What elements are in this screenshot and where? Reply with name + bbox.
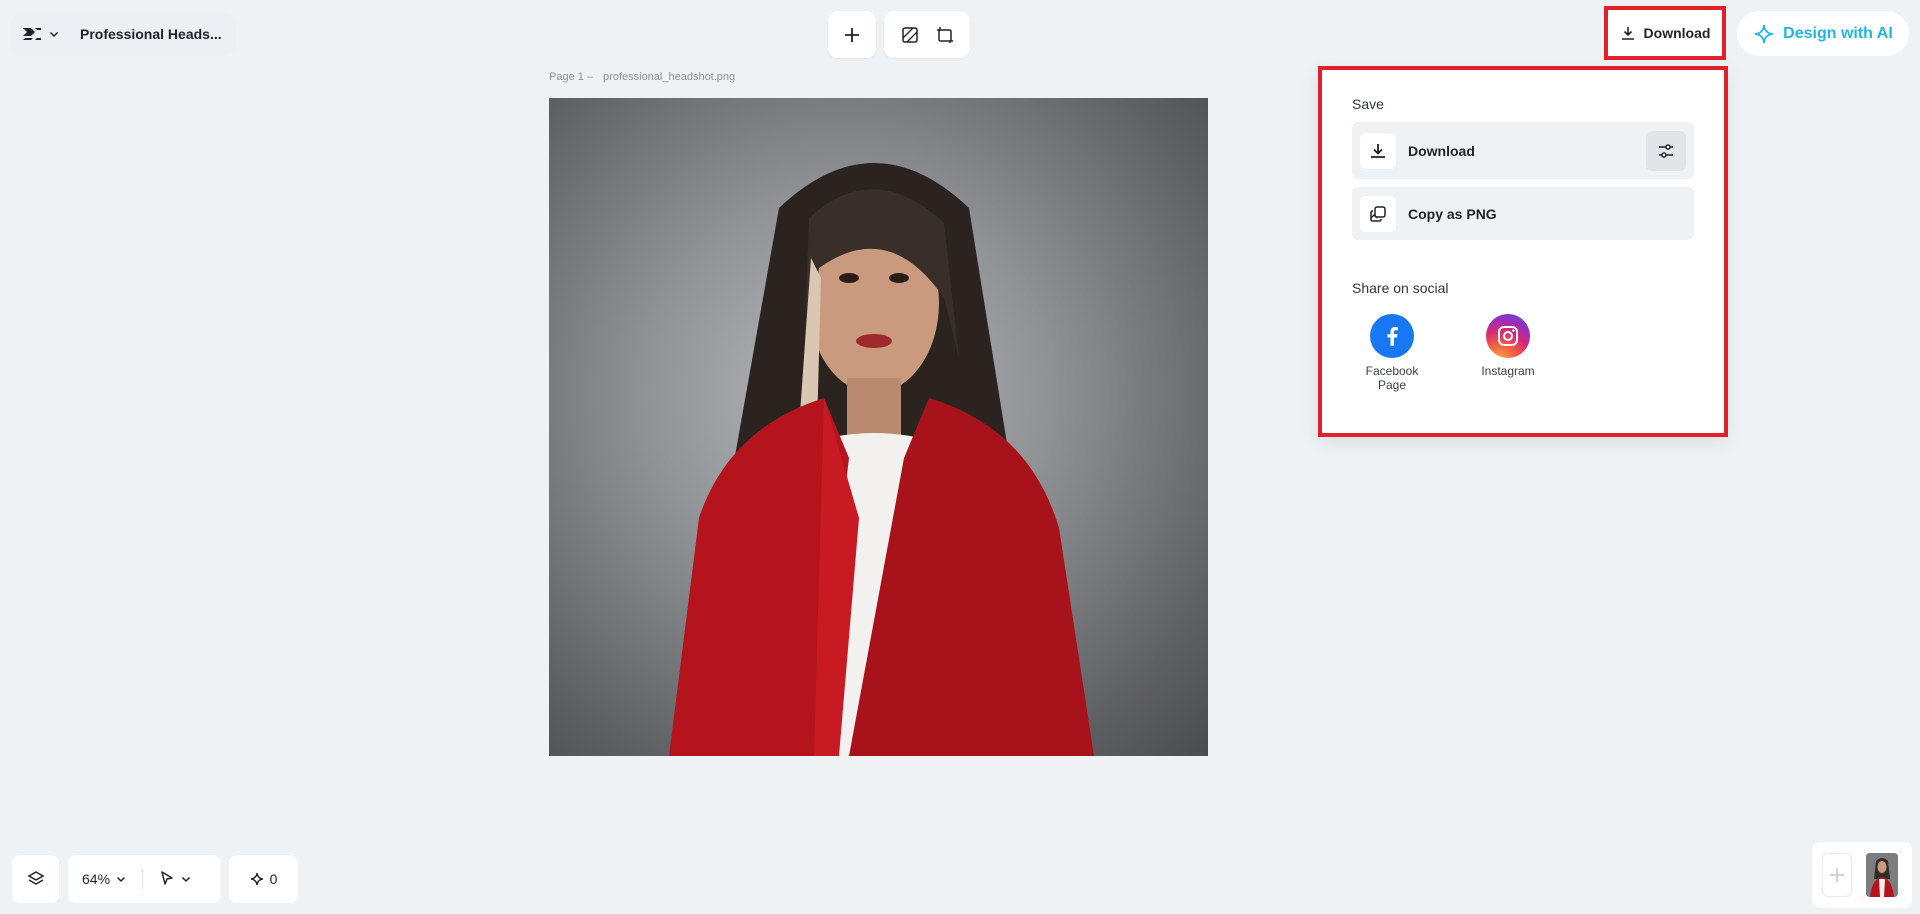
plus-icon (1830, 868, 1844, 882)
copy-option-icon-box (1360, 195, 1396, 232)
copy-as-png-label: Copy as PNG (1408, 205, 1497, 222)
page-label: Page 1 – professional_headshot.png (549, 71, 735, 83)
background-button[interactable] (894, 19, 926, 51)
share-instagram-button[interactable]: Instagram (1468, 314, 1548, 392)
resize-button[interactable] (929, 19, 961, 51)
file-name[interactable]: professional_headshot.png (603, 71, 735, 83)
download-icon (1621, 27, 1634, 40)
download-option-icon-box (1360, 132, 1396, 169)
resize-icon (936, 26, 953, 43)
add-page-button[interactable] (1822, 853, 1852, 897)
share-section-label: Share on social (1352, 280, 1449, 296)
download-settings-button[interactable] (1646, 130, 1686, 171)
plus-icon (845, 27, 859, 42)
download-option[interactable]: Download (1352, 122, 1694, 179)
divider (142, 869, 144, 889)
social-share-list: Facebook Page Instagram (1352, 314, 1694, 392)
layers-icon (26, 871, 45, 885)
credits-count: 0 (269, 871, 278, 887)
headshot-photo (669, 163, 1094, 756)
canvas-image[interactable] (549, 98, 1208, 756)
chevron-down-icon (49, 31, 59, 38)
instagram-label: Instagram (1481, 364, 1535, 378)
layers-button[interactable] (12, 855, 59, 903)
ai-credits-button[interactable]: 0 (229, 855, 298, 903)
background-icon (901, 26, 918, 43)
capcut-logo-icon (23, 28, 41, 40)
design-with-ai-label: Design with AI (1783, 24, 1893, 42)
pointer-dropdown-icon[interactable] (181, 874, 191, 884)
download-button-label: Download (1643, 25, 1711, 41)
page-thumbnail[interactable] (1866, 853, 1898, 897)
tools-toolbar (884, 11, 970, 58)
zoom-dropdown-icon[interactable] (116, 874, 126, 884)
download-option-label: Download (1408, 142, 1475, 159)
save-section-label: Save (1352, 96, 1384, 112)
sparkle-icon (1755, 24, 1774, 43)
pointer-tool-icon[interactable] (159, 870, 175, 889)
app-menu-button[interactable] (18, 16, 62, 52)
zoom-level[interactable]: 64% (82, 871, 110, 887)
instagram-icon (1486, 314, 1530, 358)
download-button[interactable]: Download (1604, 6, 1726, 60)
share-facebook-button[interactable]: Facebook Page (1352, 314, 1432, 392)
copy-as-png-option[interactable]: Copy as PNG (1352, 187, 1694, 240)
doc-title[interactable]: Professional Heads... (80, 26, 222, 42)
design-with-ai-button[interactable]: Design with AI (1737, 11, 1909, 56)
add-toolbar (828, 11, 876, 58)
thumbnail-image (1866, 853, 1898, 897)
facebook-label: Facebook Page (1365, 364, 1419, 392)
download-icon (1371, 143, 1385, 158)
facebook-icon (1370, 314, 1414, 358)
zoom-controls: 64% (68, 855, 221, 903)
copy-image-icon (1370, 205, 1386, 222)
sliders-icon (1659, 143, 1673, 158)
download-panel: Save Download Copy as PNG Share on socia… (1318, 66, 1728, 437)
sparkle-icon (250, 872, 263, 886)
page-number: Page 1 – (549, 71, 594, 83)
add-button[interactable] (836, 19, 868, 51)
pages-panel (1812, 842, 1912, 908)
doc-header: Professional Heads... (10, 12, 236, 56)
